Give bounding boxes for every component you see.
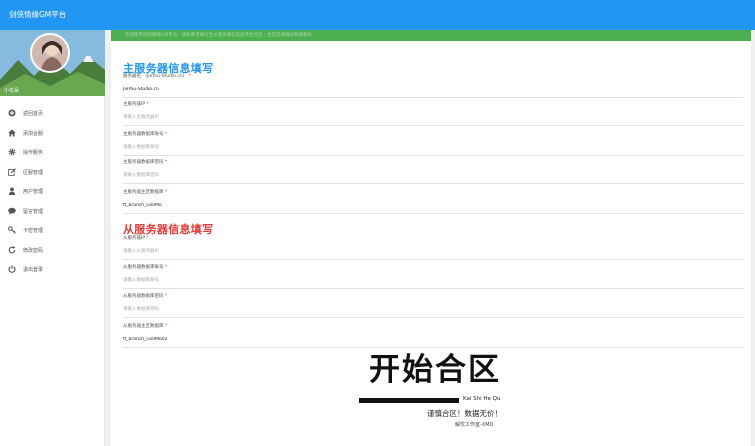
main-db-account-input[interactable] xyxy=(123,142,723,152)
field-label: 从服务器IP * xyxy=(123,236,149,241)
sidebar-item-label: 用户管理 xyxy=(23,189,44,195)
refresh-icon xyxy=(8,245,16,253)
field-label: 服务器名 （JieYou-Studio.cn） * xyxy=(123,74,191,79)
sidebar-item-server[interactable]: 区服管理 xyxy=(0,163,104,183)
slave-db-account-field: 从服务器数据库账号 * xyxy=(123,263,743,289)
sidebar-item-cards[interactable]: 卡密管理 xyxy=(0,221,104,241)
sidebar-item-messages[interactable]: 留言管理 xyxy=(0,202,104,222)
sidebar-item-label: 返回首页 xyxy=(23,111,44,117)
sidebar-item-label: 区服管理 xyxy=(23,169,44,176)
sidebar-item-home[interactable]: 返回首页 xyxy=(0,104,104,124)
sidebar-item-label: 退出登录 xyxy=(23,267,44,273)
home-icon xyxy=(8,129,16,136)
main-db-password-field: 主服务器数据库密码 * xyxy=(123,158,743,184)
slave-db-name-input[interactable] xyxy=(123,334,723,344)
warning-slogan: 谨慎合区！数据无价！ xyxy=(427,409,502,418)
field-label: 主服务器数据库密码 * xyxy=(123,160,168,165)
field-label: 从服务器数据库密码 * xyxy=(123,294,168,299)
field-label: 从服务器数据库账号 * xyxy=(123,265,168,270)
slave-server-ip-field: 从服务器IP * xyxy=(123,234,743,260)
sidebar-item-label: 添加合服 xyxy=(23,130,44,137)
key-icon xyxy=(8,226,16,234)
sidebar-item-users[interactable]: 用户管理 xyxy=(0,182,104,202)
avatar[interactable] xyxy=(30,33,70,73)
main-db-account-field: 主服务器数据库账号 * xyxy=(123,130,743,156)
app-title: 剑侠情缘GM平台 xyxy=(9,10,67,19)
main-server-name-field: 服务器名 （JieYou-Studio.cn） * xyxy=(123,72,743,98)
plus-circle-icon xyxy=(8,109,16,117)
slave-server-ip-input[interactable] xyxy=(123,246,723,256)
field-label: 从服务器主区数据库 * xyxy=(123,324,168,329)
start-merge-button-text: 开始合区 xyxy=(369,352,501,388)
profile-banner: 小花朵 xyxy=(0,30,105,96)
sidebar: 小花朵 返回首页 添加合服 操作服务 区服管理 用户管理 留言管理 卡密管理 修… xyxy=(0,30,105,446)
sidebar-item-add-merge[interactable]: 添加合服 xyxy=(0,124,104,144)
main-db-name-field: 主服务器主区数据库 * xyxy=(123,188,743,214)
sidebar-item-password[interactable]: 修改密码 xyxy=(0,241,104,261)
main-db-password-input[interactable] xyxy=(123,170,723,180)
notice-bar: 欢迎使用剑侠情缘GM平台 · 请按要求填写主从服务器信息后开始合区 · 合区前请… xyxy=(111,30,751,41)
gear-icon xyxy=(8,148,16,156)
sidebar-menu: 返回首页 添加合服 操作服务 区服管理 用户管理 留言管理 卡密管理 修改密码 xyxy=(0,104,104,280)
sidebar-item-label: 操作服务 xyxy=(23,150,44,156)
slave-db-name-field: 从服务器主区数据库 * xyxy=(123,322,743,348)
sidebar-item-logout[interactable]: 退出登录 xyxy=(0,260,104,280)
top-bar: 剑侠情缘GM平台 xyxy=(0,0,755,30)
chat-icon xyxy=(8,207,16,215)
main-server-ip-field: 主服务器IP * xyxy=(123,100,743,126)
username: 小花朵 xyxy=(4,88,20,94)
edit-icon xyxy=(8,167,16,176)
slave-db-password-field: 从服务器数据库密码 * xyxy=(123,292,743,318)
start-merge-button[interactable]: 开始合区 xyxy=(359,348,511,390)
main-db-name-input[interactable] xyxy=(123,200,723,210)
start-merge-panel: 开始合区 Kai Shi He Qu 谨慎合区！数据无价！ 解忧工作室-XMD xyxy=(359,348,519,444)
field-label: 主服务器IP * xyxy=(123,102,149,107)
field-label: 主服务器数据库账号 * xyxy=(123,132,168,137)
sidebar-item-label: 修改密码 xyxy=(23,247,44,254)
studio-credit: 解忧工作室-XMD xyxy=(455,422,494,428)
main-server-name-input[interactable] xyxy=(123,84,723,94)
sidebar-item-label: 卡密管理 xyxy=(23,228,44,234)
slave-db-account-input[interactable] xyxy=(123,275,723,285)
brush-stroke xyxy=(359,398,459,403)
sidebar-item-service[interactable]: 操作服务 xyxy=(0,143,104,163)
main-server-ip-input[interactable] xyxy=(123,112,723,122)
main-content: 欢迎使用剑侠情缘GM平台 · 请按要求填写主从服务器信息后开始合区 · 合区前请… xyxy=(111,30,751,446)
user-icon xyxy=(8,187,16,195)
slave-db-password-input[interactable] xyxy=(123,304,723,314)
power-icon xyxy=(8,265,16,273)
start-pinyin: Kai Shi He Qu xyxy=(463,396,501,402)
sidebar-item-label: 留言管理 xyxy=(23,208,44,215)
field-label: 主服务器主区数据库 * xyxy=(123,190,168,195)
